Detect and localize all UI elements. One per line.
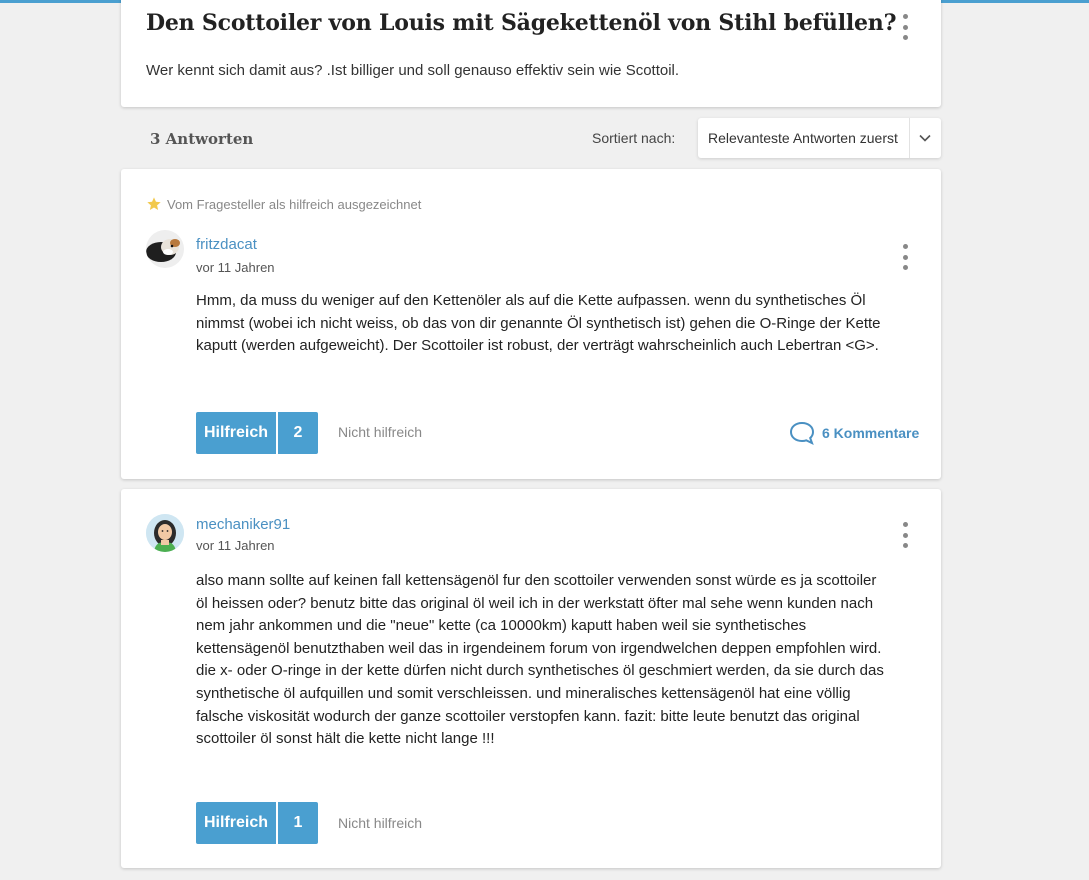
helpful-badge-text: Vom Fragesteller als hilfreich ausgezeic… xyxy=(167,196,422,212)
not-helpful-button[interactable]: Nicht hilfreich xyxy=(338,815,422,831)
comments-link[interactable]: 6 Kommentare xyxy=(789,421,919,445)
helpful-count[interactable]: 2 xyxy=(278,412,318,454)
question-title: Den Scottoiler von Louis mit Sägekettenö… xyxy=(146,10,897,36)
answer-more-icon[interactable] xyxy=(895,244,915,270)
helpful-button[interactable]: Hilfreich xyxy=(196,802,276,844)
comments-count: 6 Kommentare xyxy=(822,425,920,441)
helpful-count[interactable]: 1 xyxy=(278,802,318,844)
helpful-button[interactable]: Hilfreich xyxy=(196,412,276,454)
chevron-down-icon xyxy=(919,134,931,142)
answer-card-2: mechaniker91 vor 11 Jahren also mann sol… xyxy=(121,489,941,868)
answers-count: 3 Antworten xyxy=(150,130,254,148)
answer-more-icon[interactable] xyxy=(895,522,915,548)
sort-label: Sortiert nach: xyxy=(592,130,676,146)
comment-bubble-icon xyxy=(789,421,815,445)
question-text: Wer kennt sich damit aus? .Ist billiger … xyxy=(146,62,680,79)
question-card: Den Scottoiler von Louis mit Sägekettenö… xyxy=(121,0,941,107)
sort-dropdown[interactable]: Relevanteste Antworten zuerst xyxy=(698,118,941,158)
answer-text: Hmm, da muss du weniger auf den Kettenöl… xyxy=(196,292,881,355)
sort-value: Relevanteste Antworten zuerst xyxy=(708,130,898,146)
answer-date: vor 11 Jahren xyxy=(196,260,275,275)
sort-divider xyxy=(909,118,910,158)
avatar[interactable] xyxy=(146,514,184,552)
question-more-icon[interactable] xyxy=(895,14,915,40)
avatar[interactable] xyxy=(146,230,184,268)
not-helpful-button[interactable]: Nicht hilfreich xyxy=(338,424,422,440)
answer-card-1: Vom Fragesteller als hilfreich ausgezeic… xyxy=(121,169,941,479)
answer-text: also mann sollte auf keinen fall kettens… xyxy=(196,572,884,748)
helpful-badge: Vom Fragesteller als hilfreich ausgezeic… xyxy=(146,196,421,212)
answer-author[interactable]: mechaniker91 xyxy=(196,516,290,533)
star-icon xyxy=(147,197,161,210)
answer-author[interactable]: fritzdacat xyxy=(196,236,257,253)
answers-bar: 3 Antworten Sortiert nach: Relevanteste … xyxy=(121,118,941,158)
answer-date: vor 11 Jahren xyxy=(196,538,275,553)
